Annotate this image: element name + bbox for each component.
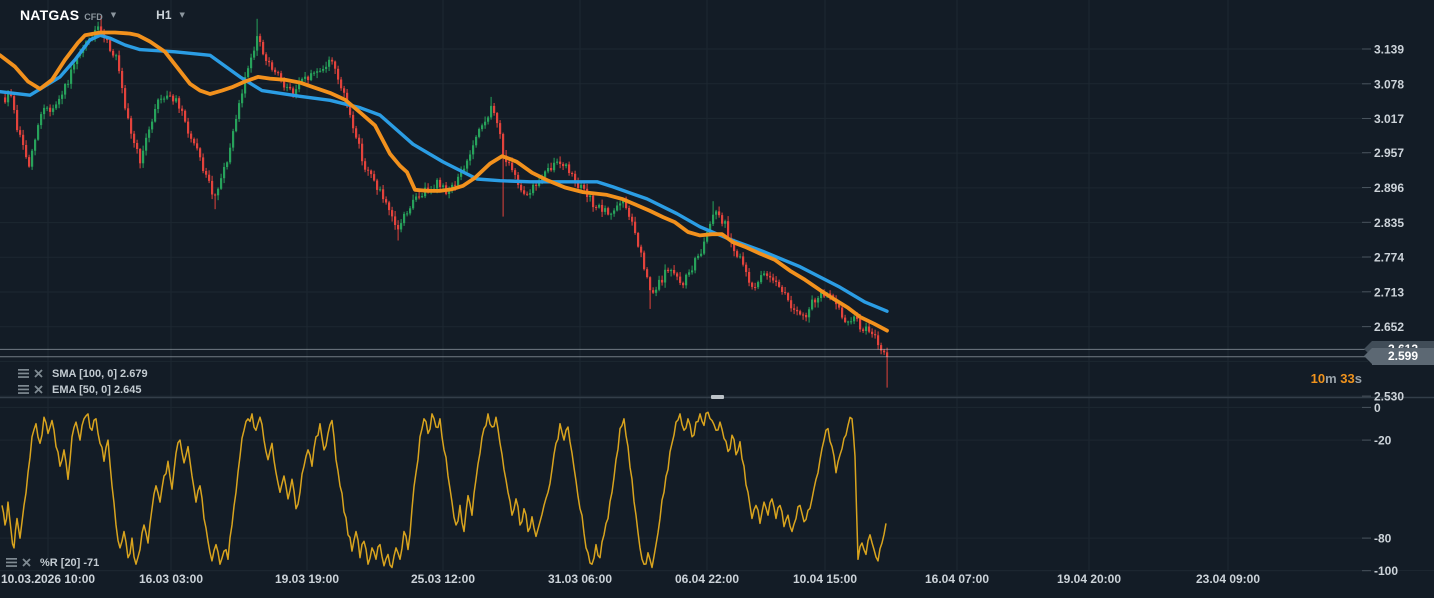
- time-tick-label: 06.04 22:00: [675, 572, 739, 586]
- candlesticks: [4, 15, 889, 388]
- indicator-settings-icon[interactable]: [5, 557, 18, 568]
- percent-r-line[interactable]: [1, 411, 887, 569]
- indicator-tick-label: -100: [1374, 564, 1398, 578]
- legend-row-percent-r: %R [20] -71: [5, 556, 99, 569]
- timeframe-label: H1: [156, 8, 172, 22]
- price-tick-label: 2.774: [1374, 251, 1404, 265]
- current-price-badge: 2.599: [1364, 348, 1434, 366]
- indicator-settings-icon[interactable]: [17, 368, 30, 379]
- time-tick-label: 25.03 12:00: [411, 572, 475, 586]
- indicator-close-icon[interactable]: [32, 368, 45, 379]
- price-tick-label: 2.713: [1374, 285, 1404, 299]
- symbol-selector[interactable]: NATGAS CFD ▼: [20, 7, 116, 23]
- indicator-tick-label: 0: [1374, 401, 1381, 415]
- indicator-settings-icon[interactable]: [17, 384, 30, 395]
- countdown-minutes: 10: [1310, 371, 1326, 386]
- indicator-close-icon[interactable]: [20, 557, 33, 568]
- panel-resize-handle[interactable]: [711, 395, 724, 399]
- price-axis[interactable]: 3.139 3.078 3.017 2.957 2.896 2.835 2.774 2.713…: [1362, 43, 1404, 579]
- legend-row-sma: SMA [100, 0] 2.679: [17, 367, 148, 380]
- price-tick-label: 2.896: [1374, 181, 1404, 195]
- time-tick-label: 16.03 03:00: [139, 572, 203, 586]
- price-tick-label: 3.017: [1374, 112, 1404, 126]
- candle-countdown-timer: 10m 33s: [1310, 371, 1362, 386]
- price-tick-label: 2.652: [1374, 320, 1404, 334]
- sma-legend-label: SMA [100, 0] 2.679: [52, 367, 148, 380]
- time-tick-label: 16.04 07:00: [925, 572, 989, 586]
- chevron-down-icon: ▼: [110, 11, 117, 19]
- ema-legend-label: EMA [50, 0] 2.645: [52, 383, 142, 396]
- indicator-tick-label: -80: [1374, 532, 1392, 546]
- timeframe-selector[interactable]: H1 ▼: [156, 8, 185, 22]
- indicator-tick-label: -20: [1374, 434, 1392, 448]
- market-type-label: CFD: [84, 12, 103, 22]
- indicator-close-icon[interactable]: [32, 384, 45, 395]
- price-tick-label: 2.957: [1374, 146, 1404, 160]
- chevron-down-icon: ▼: [179, 11, 185, 19]
- symbol-name: NATGAS: [20, 7, 80, 23]
- time-tick-label: 19.03 19:00: [275, 572, 339, 586]
- time-tick-label: 31.03 06:00: [548, 572, 612, 586]
- trading-chart-window: 3.139 3.078 3.017 2.957 2.896 2.835 2.774 2.713…: [0, 0, 1434, 598]
- time-tick-label: 10.04 15:00: [793, 572, 857, 586]
- legend-row-ema: EMA [50, 0] 2.645: [17, 383, 141, 396]
- price-tick-label: 3.139: [1374, 43, 1404, 57]
- time-tick-label: 10.03.2026 10:00: [1, 572, 95, 586]
- time-tick-label: 23.04 09:00: [1196, 572, 1260, 586]
- countdown-seconds: 33: [1340, 371, 1355, 386]
- price-tick-label: 3.078: [1374, 77, 1404, 91]
- chart-header: NATGAS CFD ▼ H1 ▼: [20, 7, 185, 23]
- price-tick-label: 2.835: [1374, 216, 1404, 230]
- time-tick-label: 19.04 20:00: [1057, 572, 1121, 586]
- time-axis[interactable]: 10.03.2026 10:00 16.03 03:00 19.03 19:00 25…: [1, 572, 1260, 586]
- chart-canvas[interactable]: 3.139 3.078 3.017 2.957 2.896 2.835 2.774 2.713…: [0, 0, 1434, 598]
- percent-r-legend-label: %R [20] -71: [40, 556, 100, 569]
